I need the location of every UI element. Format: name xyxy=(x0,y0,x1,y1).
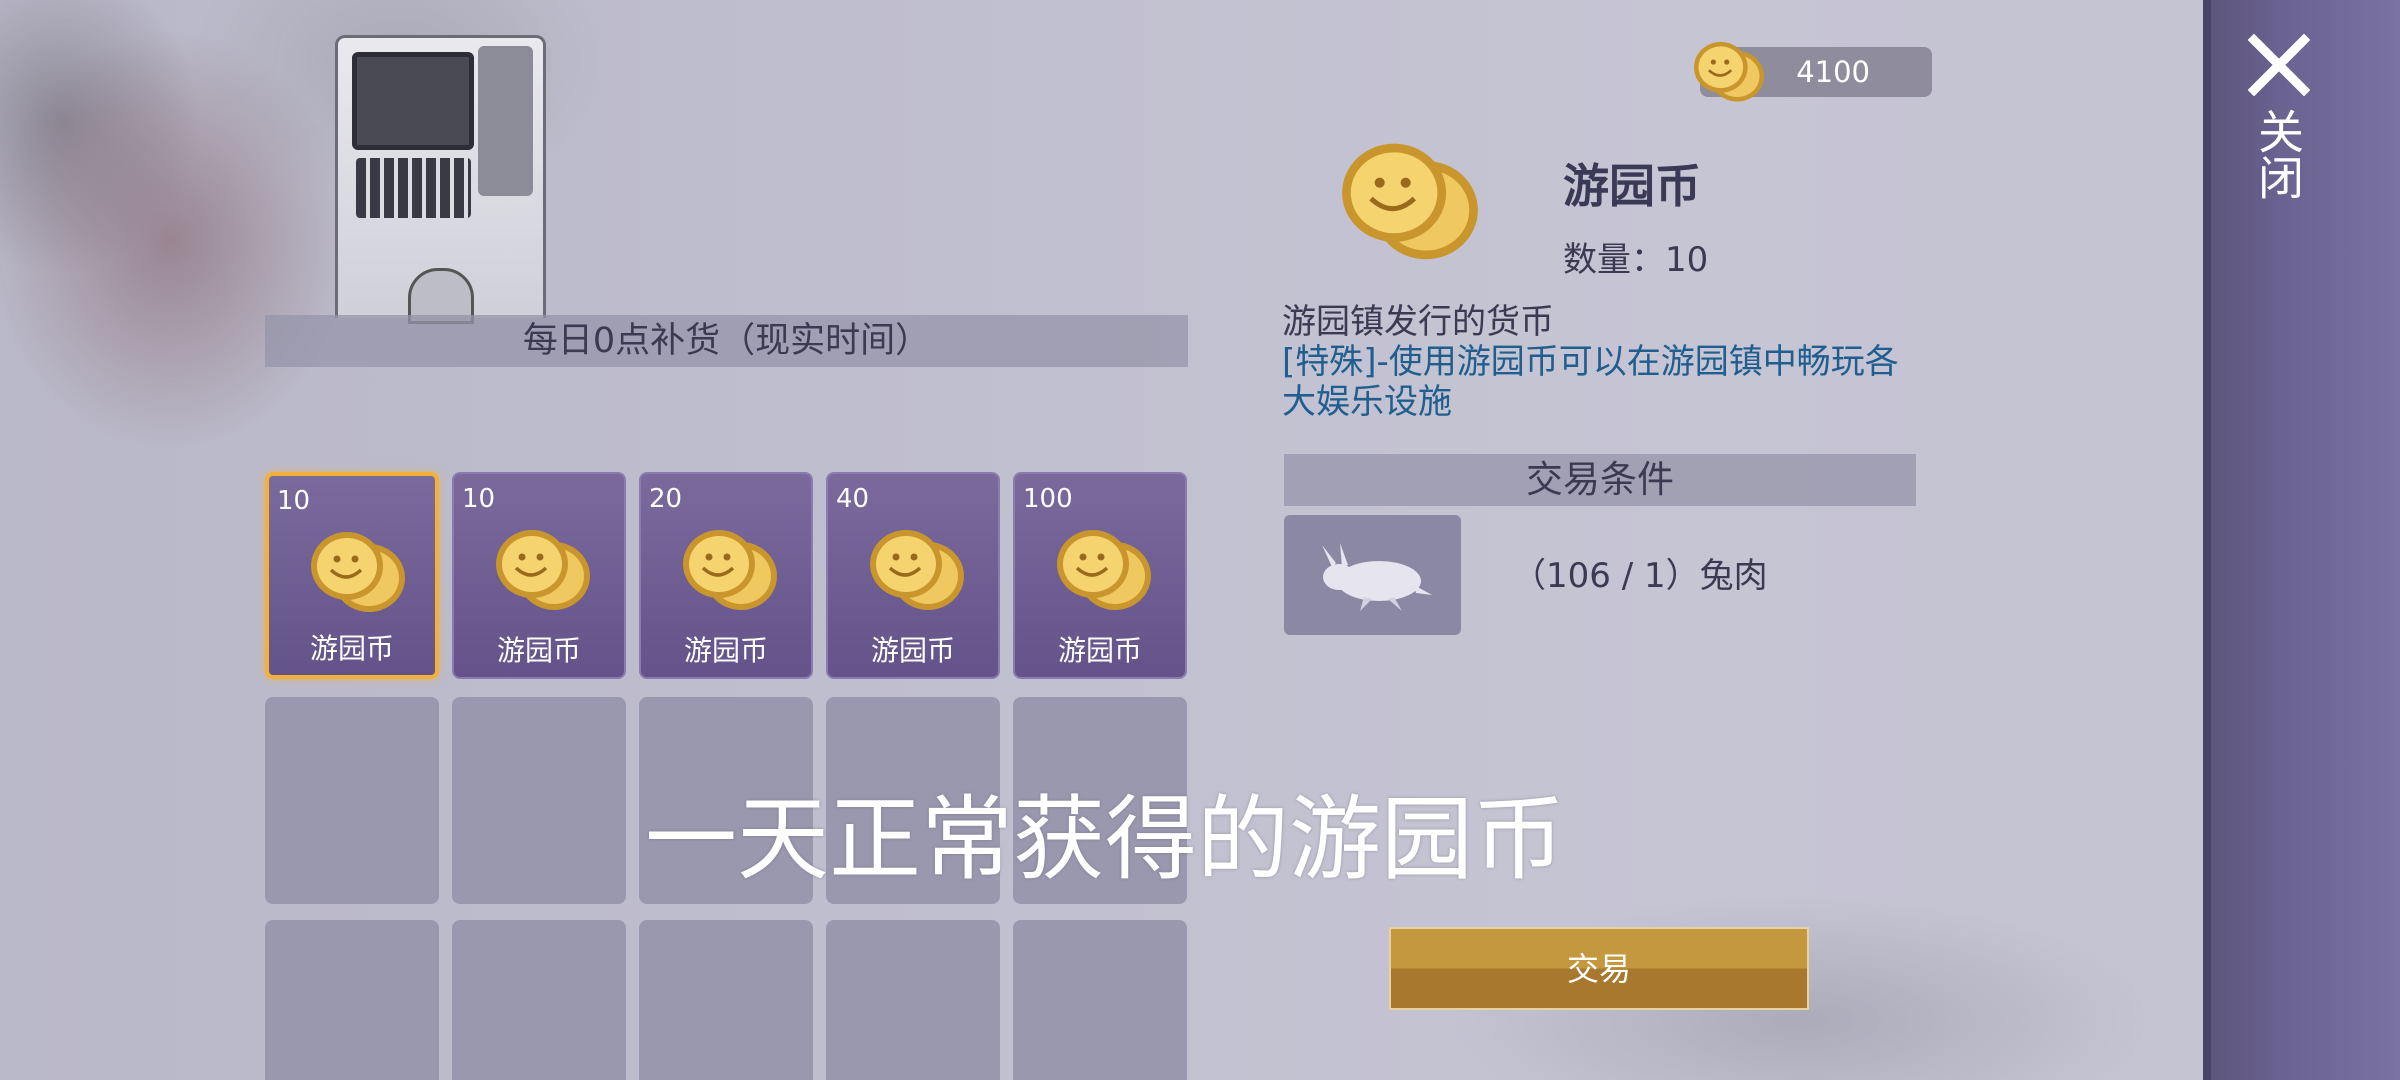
item-title: 游园币 xyxy=(1563,159,1701,213)
empty-slot xyxy=(1013,920,1187,1080)
item-card-1[interactable]: 10 游园币 xyxy=(452,472,626,679)
item-name: 游园币 xyxy=(870,634,955,667)
close-icon[interactable] xyxy=(2248,34,2310,96)
coin-icon xyxy=(311,532,405,612)
item-quantity: 10 xyxy=(462,484,496,514)
rabbit-meat-icon xyxy=(1322,543,1432,611)
item-name: 游园币 xyxy=(496,634,581,667)
item-description: 游园镇发行的货币 [特殊]-使用游园币可以在游园镇中畅玩各大娱乐设施 xyxy=(1282,302,1922,422)
close-label[interactable]: 关闭 xyxy=(2251,108,2306,200)
item-quantity-label: 数量：10 xyxy=(1563,240,1709,280)
item-quantity: 100 xyxy=(1023,484,1073,514)
item-name: 游园币 xyxy=(309,632,394,665)
item-card-0[interactable]: 10 游园币 xyxy=(265,472,439,679)
item-card-2[interactable]: 20 游园币 xyxy=(639,472,813,679)
coin-icon xyxy=(1693,41,1765,102)
coin-icon xyxy=(1057,530,1151,610)
description-text: 游园镇发行的货币 xyxy=(1282,302,1554,342)
item-name: 游园币 xyxy=(683,634,768,667)
requirement-text: （106 / 1）兔肉 xyxy=(1512,556,1768,596)
currency-amount: 4100 xyxy=(1796,55,1870,89)
empty-slot xyxy=(265,697,439,904)
coin-icon xyxy=(870,530,964,610)
video-subtitle: 一天正常获得的游园币 xyxy=(644,786,1565,893)
item-quantity: 20 xyxy=(649,484,683,514)
empty-slot xyxy=(639,920,813,1080)
coin-icon xyxy=(1342,143,1478,260)
coin-icon xyxy=(496,530,590,610)
requirement-item-card[interactable] xyxy=(1284,515,1461,635)
coin-icon xyxy=(683,530,777,610)
item-card-3[interactable]: 40 游园币 xyxy=(826,472,1000,679)
empty-slot xyxy=(452,920,626,1080)
empty-slot xyxy=(452,697,626,904)
item-name: 游园币 xyxy=(1057,634,1142,667)
item-card-4[interactable]: 100 游园币 xyxy=(1013,472,1187,679)
empty-slot xyxy=(265,920,439,1080)
item-quantity: 10 xyxy=(277,486,311,516)
empty-slot xyxy=(826,920,1000,1080)
trade-conditions-header: 交易条件 xyxy=(1284,454,1916,506)
vending-machine-illustration xyxy=(335,35,546,324)
trade-button[interactable]: 交易 xyxy=(1389,927,1809,1010)
restock-notice: 每日0点补货（现实时间） xyxy=(265,315,1188,367)
item-quantity: 40 xyxy=(836,484,870,514)
special-effect-text: [特殊]-使用游园币可以在游园镇中畅玩各大娱乐设施 xyxy=(1282,342,1899,422)
